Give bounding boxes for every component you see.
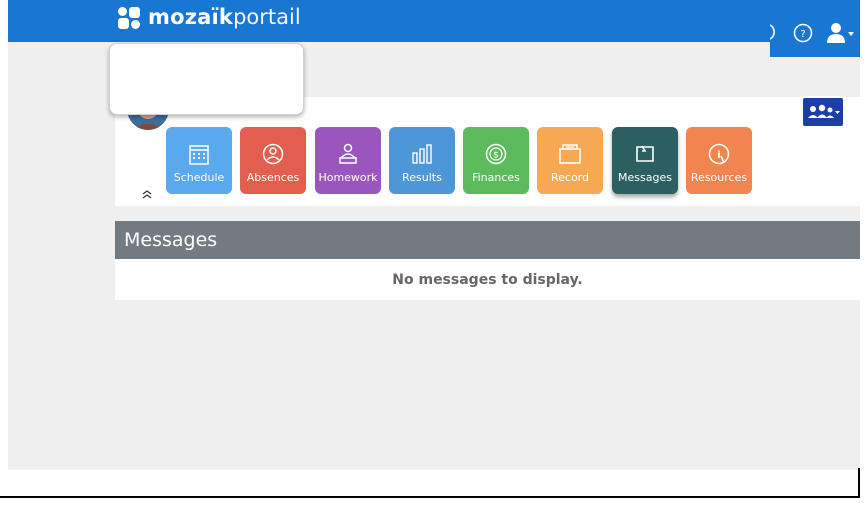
dollar-icon: $ (485, 143, 507, 165)
message-icon (636, 145, 654, 162)
absence-icon (262, 143, 284, 165)
messages-header: Messages (115, 221, 860, 259)
tile-absences[interactable]: Absences (240, 127, 306, 194)
mozaik-logo-icon (116, 4, 142, 30)
tile-finances[interactable]: $ Finances (463, 127, 529, 194)
tile-label: Results (402, 171, 442, 184)
family-icon[interactable] (801, 96, 845, 128)
tile-label: Record (550, 171, 589, 184)
folder-icon (559, 144, 581, 164)
header-actions: ? (770, 0, 860, 57)
tile-label: Messages (618, 171, 672, 184)
brand-name-light: portail (233, 5, 301, 29)
top-bar: mozaïk portail (8, 0, 860, 42)
divider-horizontal (0, 496, 860, 498)
tile-messages[interactable]: Messages (612, 127, 678, 194)
tile-results[interactable]: Results (389, 127, 455, 194)
popup-card (109, 43, 304, 115)
tile-label: Homework (318, 171, 378, 184)
question-circle-icon[interactable]: ? (792, 22, 814, 44)
tile-label: Absences (246, 171, 300, 184)
divider-vertical (858, 468, 860, 497)
brand-name-bold: mozaïk (148, 5, 234, 29)
tile-label: Finances (472, 171, 520, 184)
tile-resources[interactable]: i Resources (686, 127, 752, 194)
tile-schedule[interactable]: Schedule (166, 127, 232, 194)
empty-message-text: No messages to display. (392, 271, 583, 288)
calendar-icon (189, 145, 209, 165)
svg-text:?: ? (800, 29, 805, 40)
messages-empty-state: No messages to display. (115, 259, 860, 300)
brand-logo[interactable]: mozaïk portail (116, 2, 301, 32)
tile-label: Schedule (173, 171, 225, 184)
messages-title: Messages (124, 229, 218, 251)
collapse-toggle-icon[interactable] (141, 189, 153, 202)
user-menu-icon[interactable] (825, 20, 855, 46)
tile-label: Resources (690, 171, 748, 184)
tile-homework[interactable]: Homework (315, 127, 381, 194)
partial-icon (770, 22, 778, 42)
homework-icon (339, 143, 357, 164)
bar-chart-icon (412, 144, 432, 164)
resources-icon: i (708, 143, 730, 165)
svg-text:$: $ (493, 151, 499, 161)
tile-record[interactable]: Record (537, 127, 603, 194)
svg-text:i: i (717, 150, 720, 161)
